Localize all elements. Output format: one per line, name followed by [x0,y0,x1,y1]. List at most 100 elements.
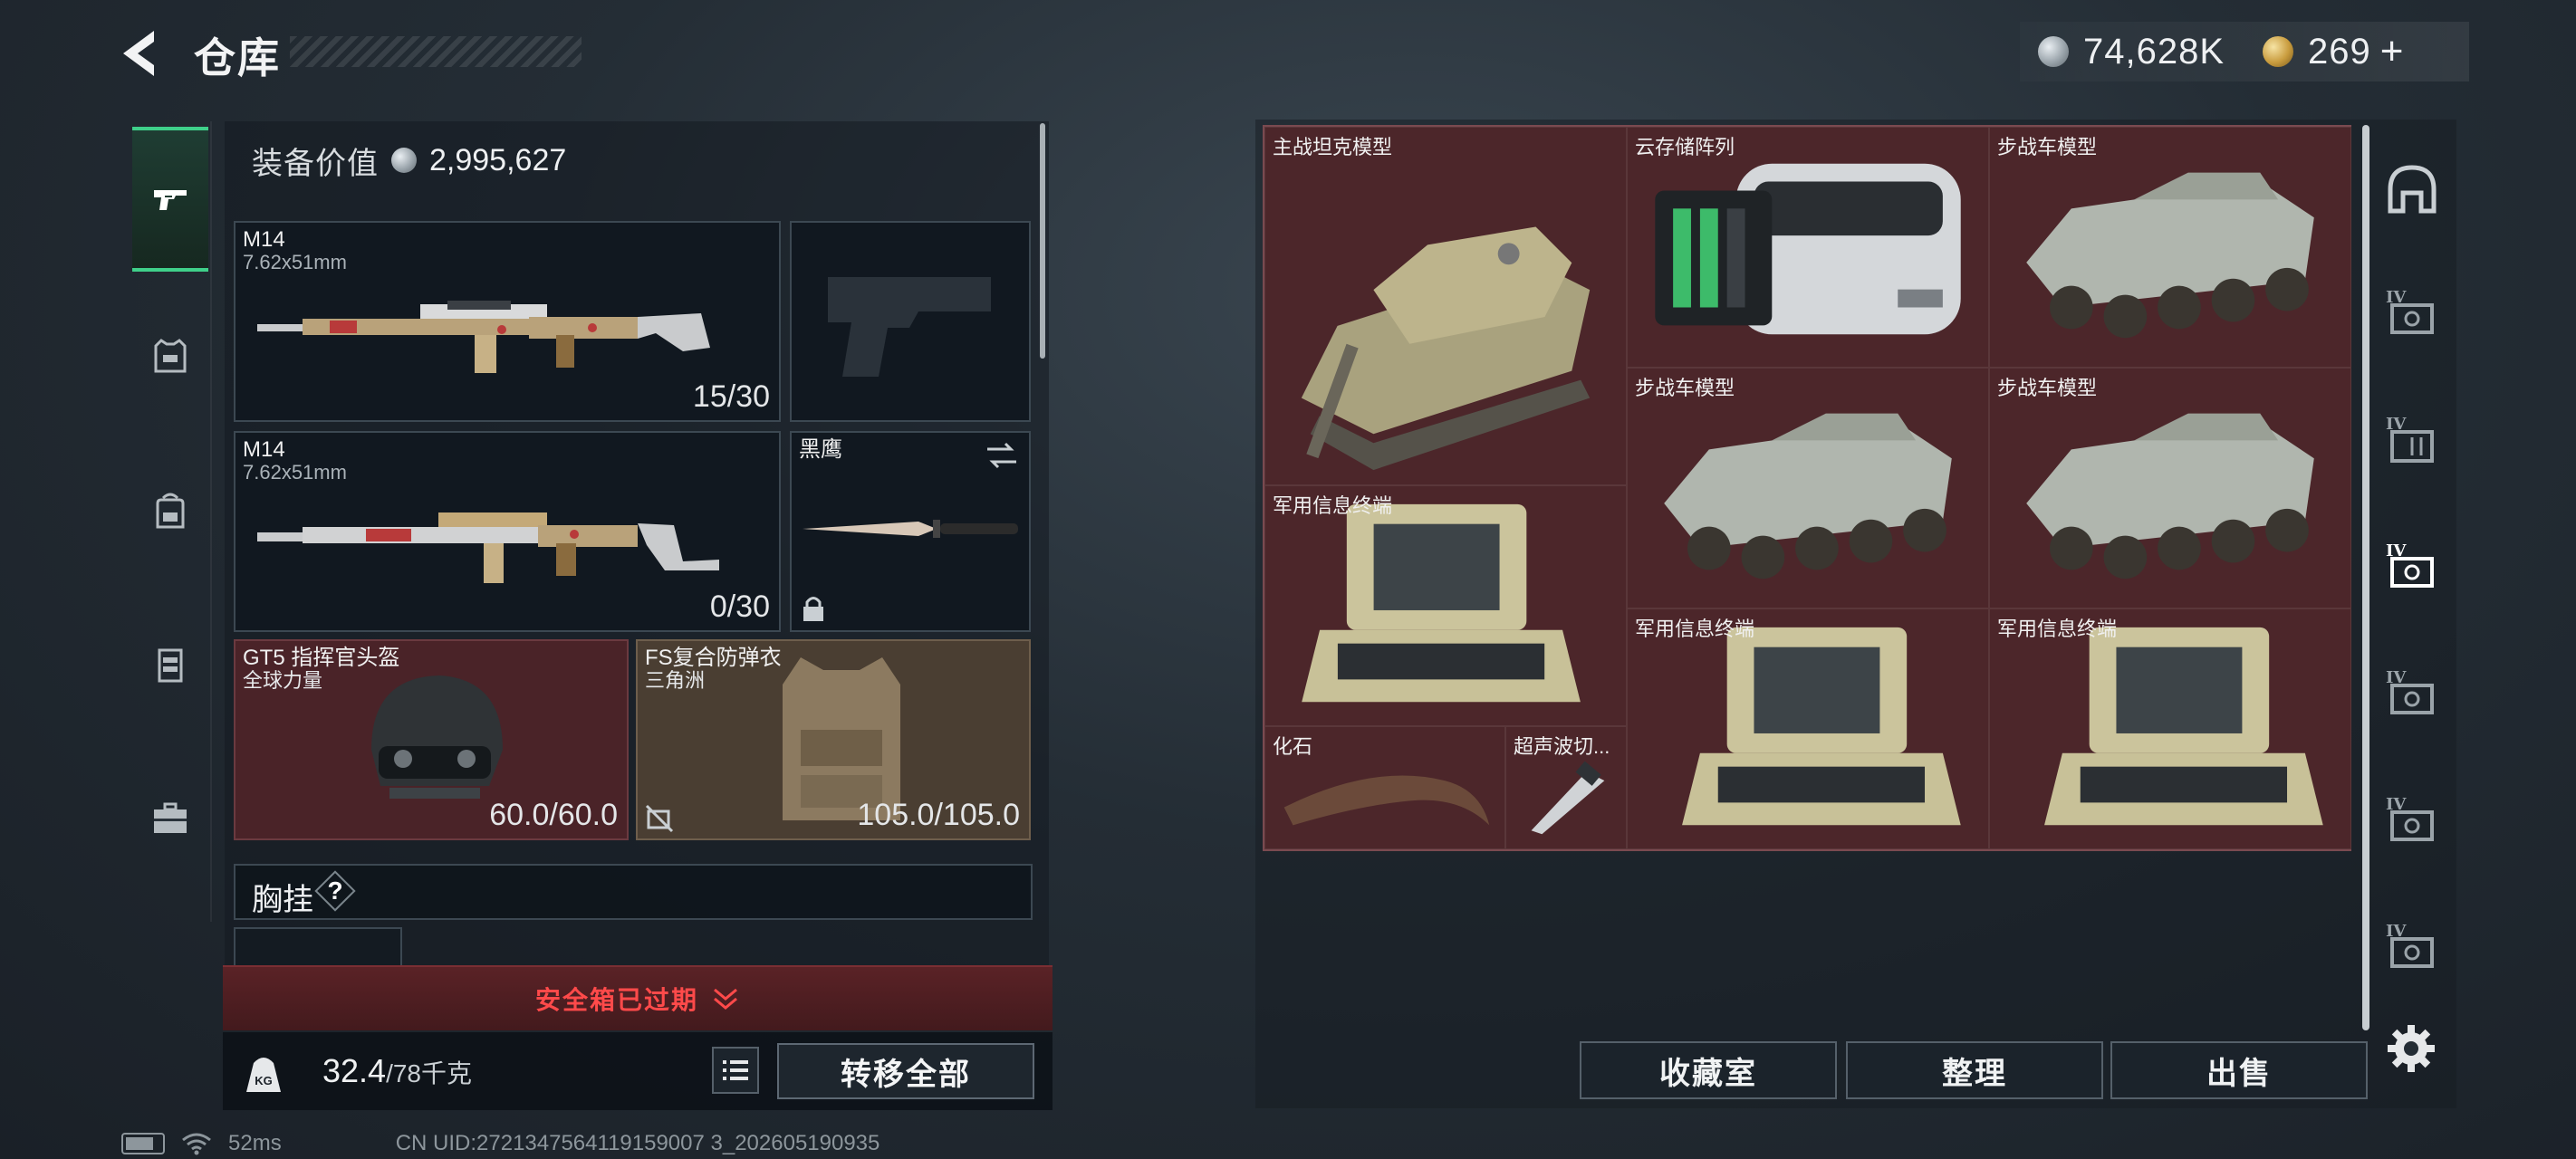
chest-rig-label: 胸挂 [252,883,313,917]
tier-label: IV [2386,415,2407,434]
weight-current: 32.4 [322,1052,387,1089]
help-icon[interactable]: ? [317,873,353,909]
chest-rig-header: 胸挂 ? [234,864,1033,920]
item-name: 超声波切... [1514,735,1610,758]
equipment-value-label: 装备价值 [252,146,379,181]
sell-button[interactable]: 出售 [2110,1041,2368,1099]
nav-all-storage[interactable] [2384,161,2440,217]
nav-armor[interactable] [132,284,208,429]
primary-weapon-slot-2[interactable]: M14 7.62x51mm 0/30 [234,431,781,632]
storage-item-ifv-model[interactable]: 步战车模型 [1989,368,2351,608]
storage-item-fossil[interactable]: 化石 [1264,726,1505,849]
safe-box-expired-banner[interactable]: 安全箱已过期 [223,965,1053,1030]
nav-tier-iv-2[interactable]: IV [2384,415,2440,471]
storage-item-ultrasonic-cutter[interactable]: 超声波切... [1505,726,1627,849]
briefcase-icon [154,802,187,833]
pistol-placeholder-icon [828,277,991,377]
nav-tier-iv-3[interactable]: IV [2384,541,2440,598]
pistol-icon [154,190,187,210]
warehouse-icon [2388,165,2437,214]
backpack-icon [156,493,185,529]
armor-name: FS复合防弹衣 [645,646,782,670]
storage-item-cloud-storage[interactable]: 云存储阵列 [1627,127,1989,368]
tier-label: IV [2386,668,2407,687]
storage-item-ifv-model[interactable]: 步战车模型 [1627,368,1989,608]
primary-weapon-slot-1[interactable]: M14 7.62x51mm 15/30 [234,221,781,422]
nav-tier-iv-6[interactable]: IV [2384,922,2440,978]
settings-gear-icon[interactable] [2386,1023,2437,1074]
gold-coin-icon [2263,36,2294,67]
equipment-value-row: 装备价值 2,995,627 [252,138,566,183]
weight-readout: 32.4/78千克 [322,1052,472,1090]
ammo-count: 15/30 [692,379,770,414]
battery-icon [121,1133,165,1154]
tier-label: IV [2386,541,2407,560]
weapon-name: M14 [243,437,285,462]
nav-chest-rig[interactable] [132,592,208,737]
weapon-caliber: 7.62x51mm [243,461,347,484]
ifv-model-icon [2026,172,2314,339]
storage-category-nav: IV IV IV IV IV IV [2368,125,2451,1030]
item-name: 军用信息终端 [1273,494,1393,517]
ifv-model-icon [1664,413,1952,580]
header: 仓库 74,628K 269 + [0,0,2576,109]
helmet-slot[interactable]: GT5 指挥官头盔 全球力量 60.0/60.0 [234,639,629,840]
list-view-button[interactable] [712,1047,759,1094]
currency-bar: 74,628K 269 + [2020,22,2469,81]
cloud-storage-array-icon [1655,163,1961,335]
weight-kg-icon: KG [246,1058,281,1092]
no-repair-icon [645,804,674,833]
armor-vest-icon [154,339,187,373]
user-uid: CN UID:2721347564119159007 3_20260519093… [395,1131,880,1155]
weapon-caliber: 7.62x51mm [243,251,347,273]
title-decoration [290,36,582,67]
weight-max: /78千克 [386,1059,473,1087]
safe-box-status: 安全箱已过期 [534,986,698,1014]
equipment-scrollbar[interactable] [1040,123,1045,359]
equipment-value: 2,995,627 [429,142,567,177]
status-bar: 52ms CN UID:2721347564119159007 3_202605… [121,1128,879,1159]
item-name: 步战车模型 [1635,377,1735,399]
nav-tier-iv-4[interactable]: IV [2384,668,2440,724]
melee-slot[interactable]: 黑鹰 [790,431,1031,632]
tank-model-icon [1301,226,1591,471]
transfer-all-button[interactable]: 转移全部 [777,1043,1034,1099]
svg-text:KG: KG [255,1074,273,1087]
chest-rig-icon [158,648,183,683]
item-name: 云存储阵列 [1635,136,1735,158]
nav-weapons[interactable] [132,127,208,272]
nav-case[interactable] [132,746,208,891]
nav-tier-iv-1[interactable]: IV [2384,288,2440,344]
tier-label: IV [2386,288,2407,307]
chest-rig-slot[interactable] [234,927,402,967]
military-terminal-icon [2044,627,2323,826]
swap-icon[interactable] [984,440,1020,471]
item-name: 步战车模型 [1997,377,2098,399]
weapon-name: M14 [243,227,285,252]
silver-balance: 74,628K [2083,31,2225,72]
ping: 52ms [228,1131,282,1155]
ammo-count: 0/30 [709,589,770,624]
gold-balance: 269 [2308,31,2371,72]
back-arrow-icon[interactable] [116,27,170,80]
storage-item-ifv-model[interactable]: 步战车模型 [1989,127,2351,368]
nav-tier-iv-5[interactable]: IV [2384,795,2440,851]
helmet-faction: 全球力量 [243,669,323,692]
ifv-model-icon [2026,413,2314,580]
add-currency-icon[interactable]: + [2380,32,2404,72]
silver-coin-icon [2038,36,2069,67]
body-armor-slot[interactable]: FS复合防弹衣 三角洲 105.0/105.0 [636,639,1031,840]
rifle-icon [257,301,710,373]
storage-item-military-terminal[interactable]: 军用信息终端 [1627,608,1989,849]
storage-item-military-terminal[interactable]: 军用信息终端 [1989,608,2351,849]
armor-durability: 105.0/105.0 [857,798,1020,832]
storage-item-tank-model[interactable]: 主战坦克模型 [1264,127,1627,485]
page-title: 仓库 [194,34,281,81]
collection-room-button[interactable]: 收藏室 [1580,1041,1837,1099]
pistol-slot[interactable] [790,221,1031,422]
storage-item-military-terminal[interactable]: 军用信息终端 [1264,485,1627,726]
organize-button[interactable]: 整理 [1846,1041,2103,1099]
military-terminal-icon [1682,627,1961,826]
item-name: 步战车模型 [1997,136,2098,158]
nav-backpack[interactable] [132,438,208,583]
